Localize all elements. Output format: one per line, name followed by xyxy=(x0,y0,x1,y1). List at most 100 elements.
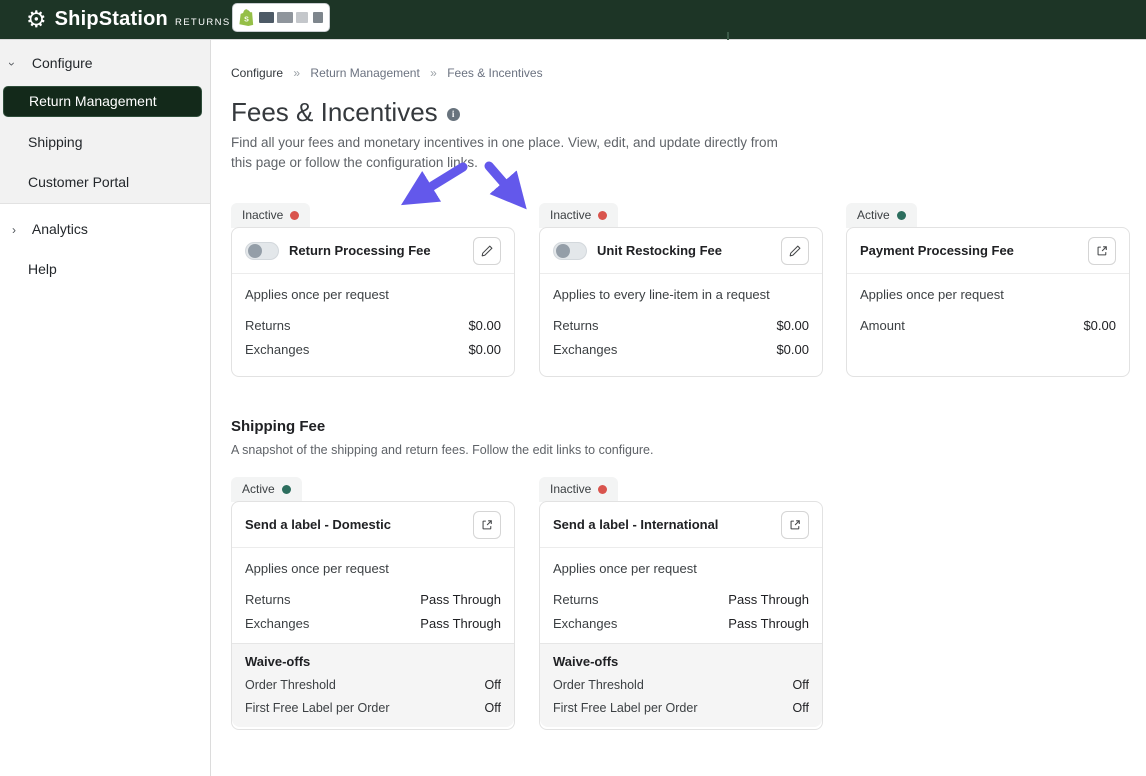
redacted-store-name-block xyxy=(277,12,294,23)
top-bar: ⚙ ShipStation RETURNS S xyxy=(0,0,1146,40)
gear-logo-icon: ⚙ xyxy=(26,8,47,31)
fee-label: Returns xyxy=(553,318,599,333)
fee-label: Exchanges xyxy=(553,616,617,631)
page-title: Fees & Incentives xyxy=(231,97,438,128)
shipping-fee-description: A snapshot of the shipping and return fe… xyxy=(231,443,653,457)
pencil-icon xyxy=(788,244,802,258)
sidebar-item-return-management[interactable]: Return Management xyxy=(3,86,202,117)
breadcrumb-return-management[interactable]: Return Management xyxy=(310,66,419,80)
card-title: Payment Processing Fee xyxy=(860,243,1014,258)
active-dot-icon xyxy=(897,211,906,220)
external-link-button[interactable] xyxy=(781,511,809,539)
redacted-store-name-block xyxy=(296,12,307,23)
toggle-off[interactable] xyxy=(553,242,587,260)
fee-row: Exchanges $0.00 xyxy=(245,342,501,357)
sidebar-item-label: Return Management xyxy=(29,93,157,109)
sidebar-item-configure[interactable]: › Configure xyxy=(10,55,93,71)
shipping-card-international: Send a label - International Applies onc… xyxy=(539,501,823,730)
fee-card-unit-restocking: Unit Restocking Fee Applies to every lin… xyxy=(539,227,823,377)
card-title: Return Processing Fee xyxy=(289,243,431,258)
breadcrumb-separator: » xyxy=(293,66,300,80)
waive-row: First Free Label per Order Off xyxy=(245,701,501,715)
waive-offs-section: Waive-offs Order Threshold Off First Fre… xyxy=(540,643,822,727)
waive-row: Order Threshold Off xyxy=(553,678,809,692)
status-label: Active xyxy=(242,482,275,496)
sidebar-item-label: Configure xyxy=(32,55,93,71)
sidebar-item-shipping[interactable]: Shipping xyxy=(28,134,83,150)
status-label: Inactive xyxy=(550,208,591,222)
status-label: Inactive xyxy=(550,482,591,496)
info-icon[interactable]: i xyxy=(447,108,460,121)
sidebar-item-label: Shipping xyxy=(28,134,83,150)
shopify-store-badge[interactable]: S xyxy=(233,4,329,31)
sidebar-item-label: Help xyxy=(28,261,57,277)
waive-label: Order Threshold xyxy=(245,678,336,692)
arrow-left-icon xyxy=(424,167,463,191)
fee-label: Returns xyxy=(245,592,291,607)
card-title: Send a label - International xyxy=(553,517,718,532)
waive-value: Off xyxy=(793,678,809,692)
waive-value: Off xyxy=(485,701,501,715)
toggle-off[interactable] xyxy=(245,242,279,260)
inactive-dot-icon xyxy=(598,211,607,220)
fee-row: Exchanges Pass Through xyxy=(245,616,501,631)
fee-value: $0.00 xyxy=(776,342,809,357)
fee-value: $0.00 xyxy=(1083,318,1116,333)
sidebar-item-help[interactable]: Help xyxy=(28,261,57,277)
fee-label: Exchanges xyxy=(553,342,617,357)
external-link-button[interactable] xyxy=(1088,237,1116,265)
applies-text: Applies once per request xyxy=(553,561,809,576)
shipping-fee-heading: Shipping Fee xyxy=(231,418,325,435)
fee-label: Exchanges xyxy=(245,342,309,357)
status-label: Inactive xyxy=(242,208,283,222)
status-badge: Inactive xyxy=(231,203,310,228)
fee-card-return-processing: Return Processing Fee Applies once per r… xyxy=(231,227,515,377)
fee-row: Returns Pass Through xyxy=(553,592,809,607)
applies-text: Applies once per request xyxy=(860,287,1116,302)
fee-label: Returns xyxy=(245,318,291,333)
waive-row: First Free Label per Order Off xyxy=(553,701,809,715)
breadcrumb: Configure » Return Management » Fees & I… xyxy=(231,66,543,80)
waive-label: First Free Label per Order xyxy=(245,701,390,715)
waive-label: Order Threshold xyxy=(553,678,644,692)
fee-value: $0.00 xyxy=(468,318,501,333)
fee-row: Returns $0.00 xyxy=(245,318,501,333)
fee-value: Pass Through xyxy=(728,616,809,631)
status-label: Active xyxy=(857,208,890,222)
waive-offs-heading: Waive-offs xyxy=(553,654,809,669)
chevron-right-icon: › xyxy=(12,223,26,237)
external-link-icon xyxy=(480,518,494,532)
status-badge: Inactive xyxy=(539,203,618,228)
external-link-icon xyxy=(788,518,802,532)
breadcrumb-separator: » xyxy=(430,66,437,80)
arrow-right-icon xyxy=(489,166,509,189)
chevron-down-icon: › xyxy=(10,57,24,71)
applies-text: Applies once per request xyxy=(245,287,501,302)
sidebar-item-customer-portal[interactable]: Customer Portal xyxy=(28,174,129,190)
edit-button[interactable] xyxy=(781,237,809,265)
fee-value: $0.00 xyxy=(776,318,809,333)
waive-value: Off xyxy=(485,678,501,692)
fee-row: Amount $0.00 xyxy=(860,318,1116,333)
fee-row: Returns Pass Through xyxy=(245,592,501,607)
breadcrumb-configure[interactable]: Configure xyxy=(231,66,283,80)
sidebar-item-analytics[interactable]: › Analytics xyxy=(12,221,88,237)
edit-button[interactable] xyxy=(473,237,501,265)
shopify-icon: S xyxy=(239,8,256,27)
external-link-button[interactable] xyxy=(473,511,501,539)
fee-label: Amount xyxy=(860,318,905,333)
external-link-icon xyxy=(1095,244,1109,258)
active-dot-icon xyxy=(282,485,291,494)
fee-row: Exchanges $0.00 xyxy=(553,342,809,357)
card-title: Unit Restocking Fee xyxy=(597,243,722,258)
fee-row: Exchanges Pass Through xyxy=(553,616,809,631)
svg-text:S: S xyxy=(244,15,249,23)
shipstation-logo: ⚙ ShipStation RETURNS xyxy=(26,8,231,31)
status-badge: Inactive xyxy=(539,477,618,502)
pencil-icon xyxy=(480,244,494,258)
main-content: Configure » Return Management » Fees & I… xyxy=(211,40,1146,776)
sidebar-item-label: Analytics xyxy=(32,221,88,237)
redacted-store-name-block xyxy=(259,12,274,23)
waive-offs-section: Waive-offs Order Threshold Off First Fre… xyxy=(232,643,514,727)
fee-value: Pass Through xyxy=(420,616,501,631)
